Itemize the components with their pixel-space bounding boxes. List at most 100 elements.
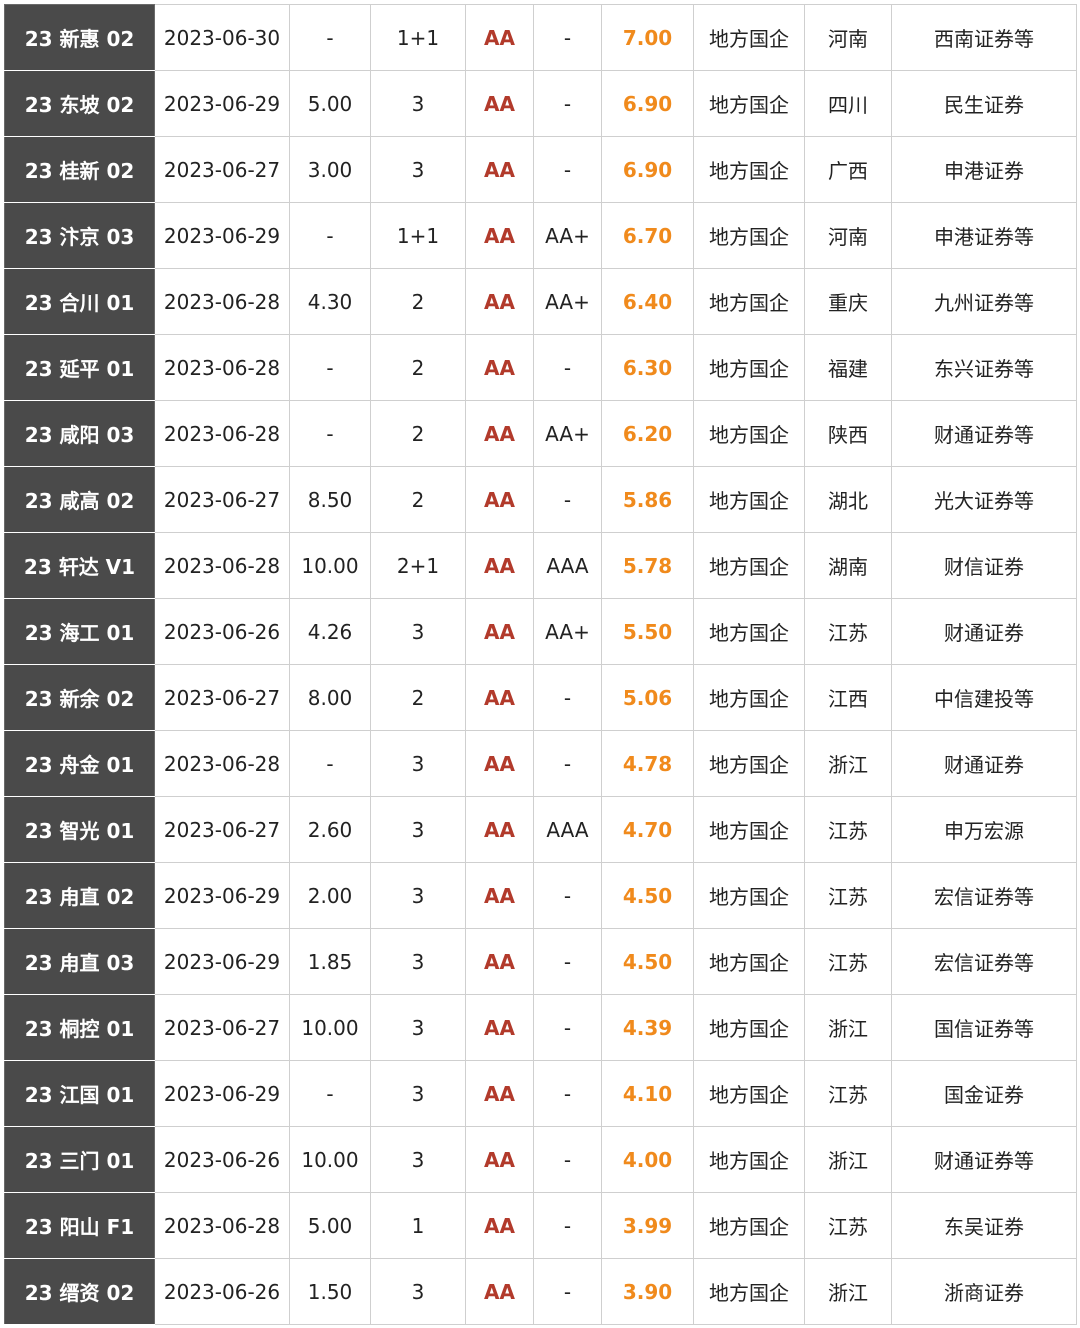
region-cell: 江苏 [804,862,892,929]
issue-date-cell: 2023-06-28 [154,268,290,335]
issue-date-cell: 2023-06-29 [154,202,290,269]
table-row: 23 轩达 V1 2023-06-28 10.00 2+1 AA AAA 5.78 地方国企湖… [4,532,1077,599]
issue-amount-cell: 5.00 [289,1192,371,1259]
enterprise-type-cell: 地方国企 [693,598,805,665]
underwriter-cell: 九州证券等 [891,268,1077,335]
term-cell: 3 [370,796,466,863]
issuer-rating-cell: AA [465,70,534,137]
enterprise-type-cell: 地方国企 [693,268,805,335]
table-row: 23 咸高 02 2023-06-27 8.50 2 AA -5.86 地方国企 湖北 光大证券… [4,466,1077,533]
bond-rating-cell: - [533,664,602,731]
issue-date-cell: 2023-06-26 [154,1258,290,1325]
term-cell: 3 [370,862,466,929]
underwriter-cell: 民生证券 [891,70,1077,137]
region-cell: 重庆 [804,268,892,335]
coupon-rate-cell: 7.00 [601,4,694,71]
term-cell: 2 [370,466,466,533]
underwriter-cell: 申万宏源 [891,796,1077,863]
issuer-rating-cell: AA [465,598,534,665]
issue-amount-cell: 1.50 [289,1258,371,1325]
bond-rating-cell: - [533,1192,602,1259]
bond-rating-cell: - [533,4,602,71]
underwriter-cell: 中信建投等 [891,664,1077,731]
bond-rating-cell: - [533,928,602,995]
bond-rating-cell: - [533,466,602,533]
bond-rating-cell: - [533,1126,602,1193]
bond-rating-cell: - [533,334,602,401]
bond-rating-cell: - [533,136,602,203]
issue-amount-cell: 5.00 [289,70,371,137]
issue-amount-cell: 2.00 [289,862,371,929]
bond-rating-cell: AAA [533,532,602,599]
table-row: 23 三门 01 2023-06-26 10.00 3 AA -4.00 地方国企 浙江 财通证… [4,1126,1077,1193]
issue-amount-cell: - [289,334,371,401]
table-row: 23 甪直 02 2023-06-29 2.00 3 AA -4.50 地方国企 江苏 宏信证券… [4,862,1077,929]
coupon-rate-cell: 6.40 [601,268,694,335]
region-cell: 浙江 [804,1126,892,1193]
table-row: 23 新惠 02 2023-06-30-1+1 AA -7.00 地方国企 河南 西南证券等 [4,4,1077,71]
issue-amount-cell: - [289,202,371,269]
table-row: 23 桂新 02 2023-06-27 3.00 3 AA -6.90 地方国企 广西 申港证券 [4,136,1077,203]
region-cell: 江苏 [804,796,892,863]
table-row: 23 舟金 01 2023-06-28-3 AA -4.78 地方国企 浙江 财通证券 [4,730,1077,797]
table-row: 23 延平 01 2023-06-28-2 AA -6.30 地方国企 福建 东兴证券等 [4,334,1077,401]
coupon-rate-cell: 4.78 [601,730,694,797]
table-row: 23 阳山 F1 2023-06-28 5.00 1 AA -3.99 地方国企 江苏 东吴证券 [4,1192,1077,1259]
issue-amount-cell: - [289,4,371,71]
bond-name-cell: 23 舟金 01 [4,730,155,797]
issue-date-cell: 2023-06-27 [154,664,290,731]
coupon-rate-cell: 4.50 [601,862,694,929]
underwriter-cell: 申港证券 [891,136,1077,203]
underwriter-cell: 浙商证券 [891,1258,1077,1325]
term-cell: 3 [370,1126,466,1193]
bond-rating-cell: - [533,730,602,797]
underwriter-cell: 国金证券 [891,1060,1077,1127]
region-cell: 江苏 [804,928,892,995]
term-cell: 3 [370,1060,466,1127]
table-row: 23 东坡 02 2023-06-29 5.00 3 AA -6.90 地方国企 四川 民生证券 [4,70,1077,137]
issuer-rating-cell: AA [465,796,534,863]
table-row: 23 智光 01 2023-06-27 2.60 3 AA AAA 4.70 地方国企 江苏 申万… [4,796,1077,863]
issue-date-cell: 2023-06-28 [154,730,290,797]
region-cell: 广西 [804,136,892,203]
underwriter-cell: 东兴证券等 [891,334,1077,401]
issue-amount-cell: 8.50 [289,466,371,533]
issuer-rating-cell: AA [465,664,534,731]
enterprise-type-cell: 地方国企 [693,1126,805,1193]
bond-name-cell: 23 合川 01 [4,268,155,335]
table-row: 23 江国 01 2023-06-29-3 AA -4.10 地方国企 江苏 国金证券 [4,1060,1077,1127]
issue-amount-cell: - [289,730,371,797]
bond-name-cell: 23 汴京 03 [4,202,155,269]
enterprise-type-cell: 地方国企 [693,532,805,599]
enterprise-type-cell: 地方国企 [693,400,805,467]
bond-name-cell: 23 咸阳 03 [4,400,155,467]
bond-rating-cell: AA+ [533,202,602,269]
issuer-rating-cell: AA [465,1060,534,1127]
bond-name-cell: 23 新余 02 [4,664,155,731]
region-cell: 河南 [804,202,892,269]
underwriter-cell: 东吴证券 [891,1192,1077,1259]
table-row: 23 新余 02 2023-06-27 8.00 2 AA -5.06 地方国企 江西 中信建投… [4,664,1077,731]
underwriter-cell: 西南证券等 [891,4,1077,71]
issuer-rating-cell: AA [465,928,534,995]
issuer-rating-cell: AA [465,1258,534,1325]
issue-date-cell: 2023-06-28 [154,532,290,599]
issue-amount-cell: 2.60 [289,796,371,863]
term-cell: 1 [370,1192,466,1259]
table-row: 23 缙资 02 2023-06-26 1.50 3 AA -3.90 地方国企 浙江 浙商证券 [4,1258,1077,1325]
enterprise-type-cell: 地方国企 [693,202,805,269]
term-cell: 3 [370,70,466,137]
issuer-rating-cell: AA [465,862,534,929]
issue-date-cell: 2023-06-28 [154,1192,290,1259]
issuer-rating-cell: AA [465,466,534,533]
issue-amount-cell: 8.00 [289,664,371,731]
issuer-rating-cell: AA [465,1192,534,1259]
region-cell: 江苏 [804,1192,892,1259]
coupon-rate-cell: 4.00 [601,1126,694,1193]
bond-name-cell: 23 阳山 F1 [4,1192,155,1259]
issuer-rating-cell: AA [465,532,534,599]
enterprise-type-cell: 地方国企 [693,1192,805,1259]
table-body: 23 新惠 02 2023-06-30-1+1 AA -7.00 地方国企 河南 西南证券等… [4,4,1077,1325]
enterprise-type-cell: 地方国企 [693,796,805,863]
region-cell: 江苏 [804,1060,892,1127]
